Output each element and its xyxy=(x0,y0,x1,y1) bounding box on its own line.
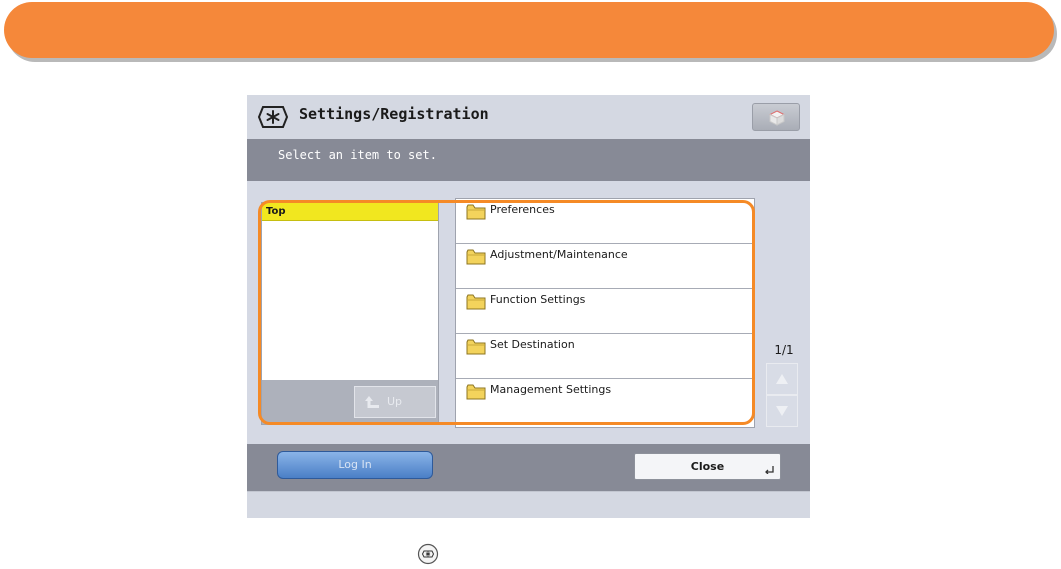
triangle-down-icon xyxy=(776,406,788,416)
instruction-message: Select an item to set. xyxy=(278,148,437,162)
up-button-label: Up xyxy=(387,395,403,408)
up-arrow-icon xyxy=(365,396,379,408)
login-button[interactable]: Log In xyxy=(277,451,433,479)
action-bar: Log In Close xyxy=(247,444,810,491)
folder-icon xyxy=(466,294,486,310)
settings-key-icon xyxy=(417,543,439,569)
close-button-label: Close xyxy=(690,460,725,473)
scroll-down-button[interactable] xyxy=(766,395,798,427)
cube-icon xyxy=(769,110,785,126)
enter-icon xyxy=(765,466,774,474)
status-bar xyxy=(247,491,810,518)
menu-item-function-settings[interactable]: Function Settings xyxy=(456,289,754,334)
folder-icon xyxy=(466,249,486,265)
tree-pane: Top Up xyxy=(261,202,439,425)
tree-current-item[interactable]: Top xyxy=(262,203,438,221)
up-button[interactable]: Up xyxy=(354,386,436,418)
menu-list: Preferences Adjustment/Maintenance Funct… xyxy=(455,198,755,428)
menu-item-preferences[interactable]: Preferences xyxy=(456,199,754,244)
folder-icon xyxy=(466,384,486,400)
menu-item-label: Adjustment/Maintenance xyxy=(490,248,628,261)
menu-item-adjustment-maintenance[interactable]: Adjustment/Maintenance xyxy=(456,244,754,289)
close-button[interactable]: Close xyxy=(634,453,781,480)
menu-item-label: Preferences xyxy=(490,203,555,216)
menu-item-set-destination[interactable]: Set Destination xyxy=(456,334,754,379)
message-bar: Select an item to set. xyxy=(247,139,810,181)
folder-icon xyxy=(466,204,486,220)
tree-footer: Up xyxy=(262,380,438,424)
triangle-up-icon xyxy=(776,374,788,384)
cube-button[interactable] xyxy=(752,103,800,131)
menu-item-label: Set Destination xyxy=(490,338,575,351)
settings-registration-icon xyxy=(257,103,289,131)
page-indicator: 1/1 xyxy=(774,343,794,357)
scroll-up-button[interactable] xyxy=(766,363,798,395)
page-title: Settings/Registration xyxy=(299,105,489,123)
menu-item-label: Management Settings xyxy=(490,383,612,396)
folder-icon xyxy=(466,339,486,355)
menu-item-management-settings[interactable]: Management Settings xyxy=(456,379,754,424)
orange-banner xyxy=(4,2,1054,58)
settings-panel: Settings/Registration Select an item to … xyxy=(247,95,810,518)
title-bar: Settings/Registration xyxy=(247,95,810,139)
menu-item-label: Function Settings xyxy=(490,293,586,306)
